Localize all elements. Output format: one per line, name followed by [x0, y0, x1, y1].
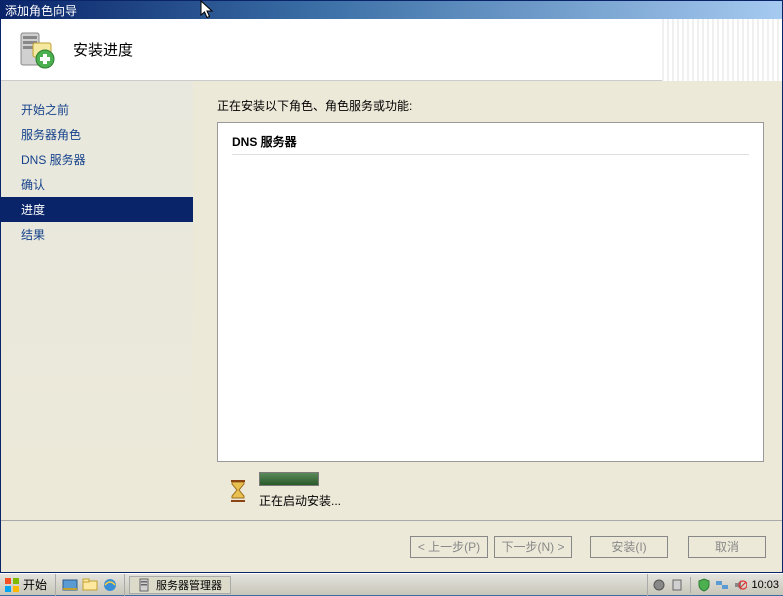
next-button: 下一步(N) >: [494, 536, 572, 558]
prev-button: < 上一步(P): [410, 536, 488, 558]
tray-network-icon[interactable]: [715, 578, 729, 592]
quick-launch: [56, 574, 125, 596]
intro-text: 正在安装以下角色、角色服务或功能:: [217, 97, 764, 114]
start-label: 开始: [23, 576, 47, 593]
sidebar-item-confirm[interactable]: 确认: [1, 172, 193, 197]
system-tray: 10:03: [647, 574, 783, 596]
ie-icon[interactable]: [102, 577, 118, 593]
install-button: 安装(I): [590, 536, 668, 558]
start-button[interactable]: 开始: [0, 574, 56, 596]
titlebar[interactable]: 添加角色向导: [1, 1, 782, 19]
hourglass-icon: [229, 480, 247, 502]
sidebar-item-progress[interactable]: 进度: [1, 197, 193, 222]
sidebar-item-before-start[interactable]: 开始之前: [1, 97, 193, 122]
tray-icon-2[interactable]: [670, 578, 684, 592]
page-title: 安装进度: [73, 39, 133, 60]
clock[interactable]: 10:03: [751, 579, 779, 591]
sidebar-item-server-roles[interactable]: 服务器角色: [1, 122, 193, 147]
progress-bar: [259, 472, 319, 486]
tray-sound-icon[interactable]: [733, 578, 747, 592]
tray-security-icon[interactable]: [697, 578, 711, 592]
content-box: DNS 服务器: [217, 122, 764, 462]
button-row: < 上一步(P) 下一步(N) > 安装(I) 取消: [1, 520, 782, 572]
header-decoration: [662, 19, 782, 81]
cancel-button[interactable]: 取消: [688, 536, 766, 558]
body-area: 开始之前 服务器角色 DNS 服务器 确认 进度 结果 正在安装以下角色、角色服…: [1, 81, 782, 519]
progress-text: 正在启动安装...: [259, 492, 341, 509]
window-title: 添加角色向导: [5, 2, 77, 19]
sidebar-item-results[interactable]: 结果: [1, 222, 193, 247]
task-label: 服务器管理器: [156, 577, 222, 593]
sidebar: 开始之前 服务器角色 DNS 服务器 确认 进度 结果: [1, 81, 193, 519]
main-panel: 正在安装以下角色、角色服务或功能: DNS 服务器 正在启动安装...: [193, 81, 782, 519]
progress-fill: [260, 473, 318, 485]
sidebar-item-dns-server[interactable]: DNS 服务器: [1, 147, 193, 172]
progress-row: 正在启动安装...: [217, 472, 764, 509]
explorer-icon[interactable]: [82, 577, 98, 593]
windows-flag-icon: [4, 577, 20, 593]
taskbar: 开始 服务器管理器 10:03: [0, 573, 783, 595]
wizard-window: 添加角色向导 安装进度 开始之前 服务器角色 DNS 服务器 确认 进度 结果: [0, 0, 783, 573]
install-item: DNS 服务器: [232, 133, 749, 155]
taskbar-item-server-manager[interactable]: 服务器管理器: [129, 576, 231, 594]
tray-icon-1[interactable]: [652, 578, 666, 592]
show-desktop-icon[interactable]: [62, 577, 78, 593]
server-role-icon: [15, 29, 57, 71]
header-area: 安装进度: [1, 19, 782, 81]
